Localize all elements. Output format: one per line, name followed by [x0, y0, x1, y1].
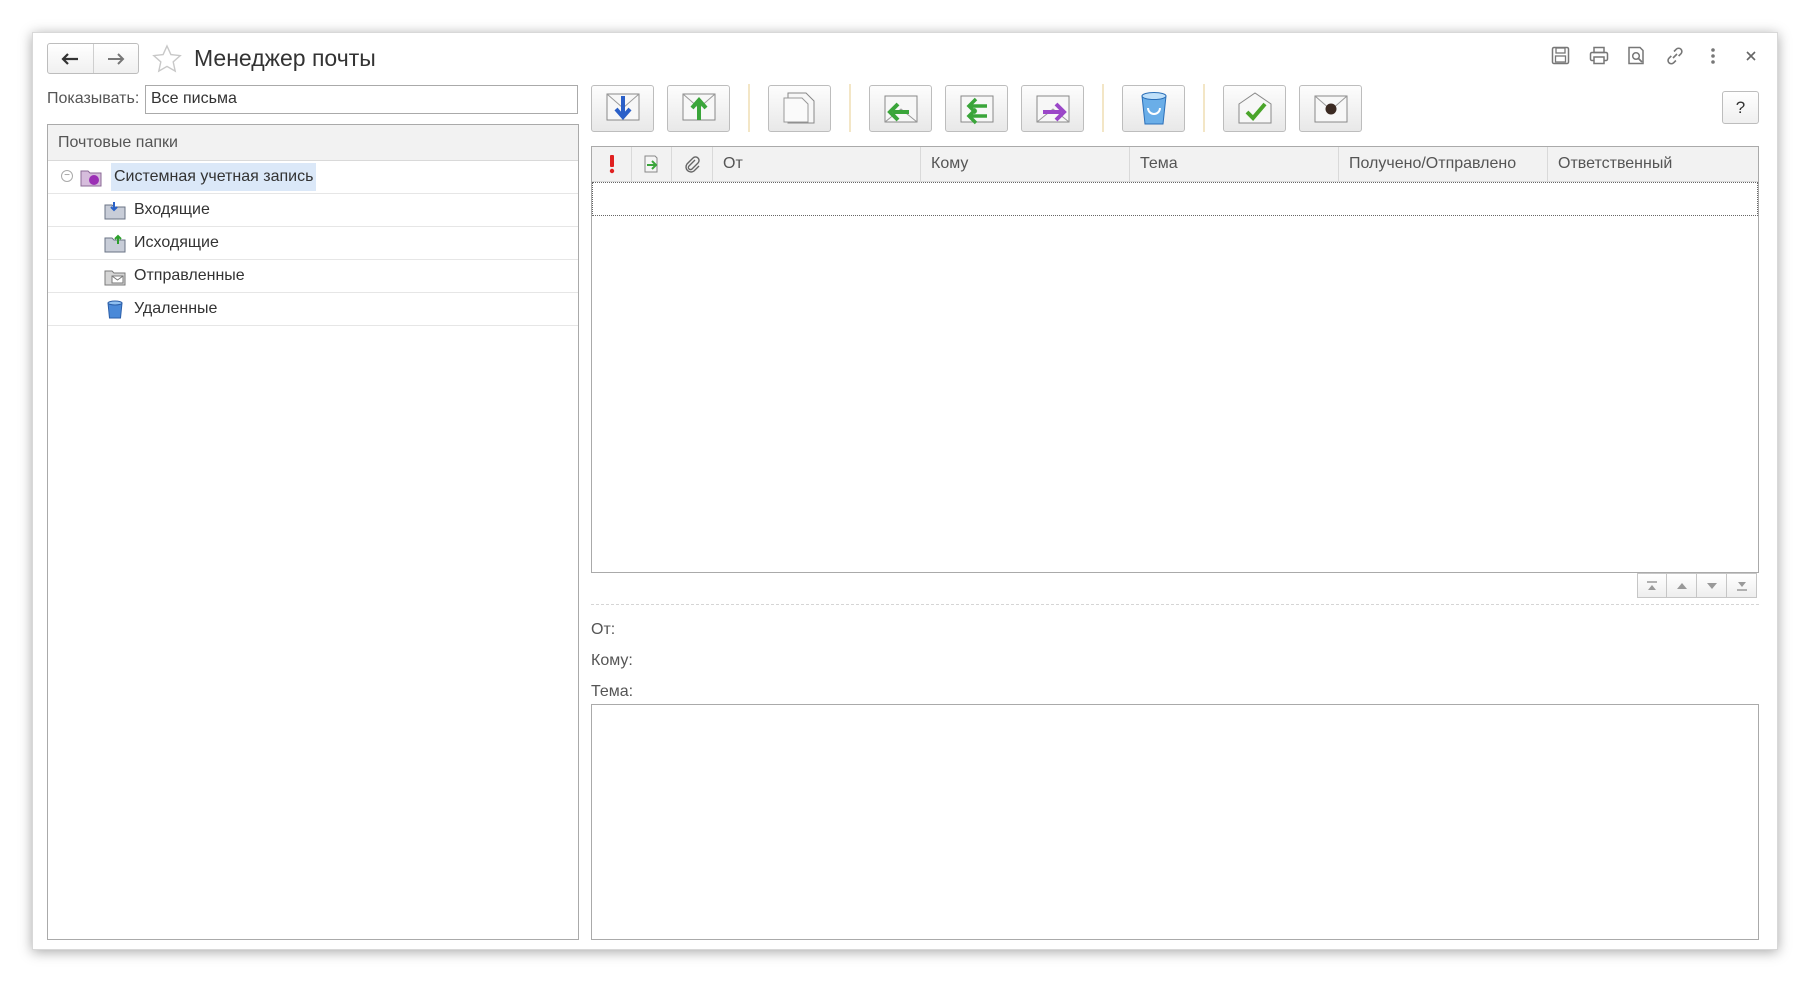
more-icon[interactable]: [1702, 45, 1723, 66]
scroll-down-button[interactable]: [1697, 573, 1727, 598]
chevron-up-icon: [1676, 582, 1687, 589]
preview-divider: [591, 604, 1759, 605]
receive-mail-icon: [606, 93, 639, 121]
table-scroll-controls: [1637, 573, 1757, 598]
forward-button[interactable]: [92, 44, 139, 73]
column-status[interactable]: [632, 147, 672, 181]
column-attachment[interactable]: [672, 147, 713, 181]
save-icon[interactable]: [1550, 45, 1571, 66]
preview-icon[interactable]: [1626, 45, 1647, 66]
importance-icon: [609, 155, 614, 174]
new-mail-button[interactable]: [768, 84, 831, 132]
reply-icon: [884, 95, 917, 123]
toolbar-separator: [849, 84, 851, 132]
sent-folder-icon: [104, 270, 126, 286]
favorite-star-icon[interactable]: [151, 43, 183, 75]
chevron-down-icon: [1706, 582, 1717, 589]
scroll-up-button[interactable]: [1667, 573, 1697, 598]
mark-read-button[interactable]: [1223, 84, 1286, 132]
mail-status-icon: [644, 155, 657, 173]
mail-toolbar: [591, 84, 1375, 132]
folder-item-inbox[interactable]: Входящие: [48, 194, 578, 227]
mark-read-icon: [1238, 92, 1271, 124]
preview-from-label: От:: [591, 621, 616, 638]
collapse-toggle-icon[interactable]: −: [61, 170, 73, 182]
toolbar-separator: [1203, 84, 1205, 132]
folder-label: Исходящие: [134, 234, 219, 251]
navigation-buttons: [47, 43, 139, 74]
reply-button[interactable]: [869, 84, 932, 132]
outbox-folder-icon: [104, 234, 126, 253]
folder-tree-header: Почтовые папки: [48, 125, 578, 161]
toolbar-separator: [748, 84, 750, 132]
table-row[interactable]: [592, 182, 1758, 216]
header-actions: [1550, 45, 1761, 66]
arrow-right-icon: [107, 52, 125, 65]
page-title: Менеджер почты: [194, 45, 376, 71]
folder-label: Системная учетная запись: [111, 163, 317, 191]
mail-list-table: От Кому Тема Получено/Отправлено Ответст…: [591, 146, 1759, 573]
toolbar-separator: [1102, 84, 1104, 132]
preview-subject-label: Тема:: [591, 683, 634, 700]
arrow-left-icon: [61, 52, 79, 65]
column-from[interactable]: От: [713, 147, 921, 181]
receive-mail-button[interactable]: [591, 84, 654, 132]
mail-manager-window: Менеджер почты Показывать: Все письма По…: [32, 32, 1778, 950]
inbox-folder-icon: [104, 202, 126, 220]
forward-mail-icon: [1036, 95, 1069, 123]
folder-root-account[interactable]: − Системная учетная запись: [48, 161, 578, 194]
mark-unread-button[interactable]: [1299, 84, 1362, 132]
account-folder-icon: [80, 170, 102, 187]
column-importance[interactable]: [592, 147, 632, 181]
preview-to-label: Кому:: [591, 652, 633, 669]
paperclip-icon: [685, 156, 700, 173]
print-icon[interactable]: [1588, 45, 1609, 66]
mark-unread-icon: [1314, 95, 1347, 123]
folder-item-deleted[interactable]: Удаленные: [48, 293, 578, 326]
link-icon[interactable]: [1664, 45, 1685, 66]
send-mail-icon: [682, 93, 715, 121]
column-responsible[interactable]: Ответственный: [1548, 147, 1758, 181]
column-date[interactable]: Получено/Отправлено: [1339, 147, 1548, 181]
folder-label: Отправленные: [134, 267, 245, 284]
send-mail-button[interactable]: [667, 84, 730, 132]
scroll-first-button[interactable]: [1637, 573, 1667, 598]
reply-all-button[interactable]: [945, 84, 1008, 132]
close-icon[interactable]: [1740, 45, 1761, 66]
column-subject[interactable]: Тема: [1130, 147, 1339, 181]
delete-mail-button[interactable]: [1122, 84, 1185, 132]
scroll-top-icon: [1647, 580, 1657, 590]
scroll-bottom-icon: [1736, 581, 1747, 591]
back-button[interactable]: [48, 44, 93, 73]
scroll-last-button[interactable]: [1727, 573, 1757, 598]
folder-tree: Почтовые папки − Системная учетная запис…: [47, 124, 579, 940]
help-button[interactable]: ?: [1722, 91, 1759, 124]
folder-item-outbox[interactable]: Исходящие: [48, 227, 578, 260]
reply-all-icon: [960, 95, 993, 125]
column-to[interactable]: Кому: [921, 147, 1130, 181]
forward-mail-button[interactable]: [1021, 84, 1084, 132]
new-mail-icon: [783, 92, 814, 124]
table-header: От Кому Тема Получено/Отправлено Ответст…: [592, 147, 1758, 182]
filter-field[interactable]: Все письма: [145, 85, 578, 114]
folder-label: Удаленные: [134, 300, 218, 317]
folder-item-sent[interactable]: Отправленные: [48, 260, 578, 293]
filter-label: Показывать:: [47, 90, 140, 107]
deleted-folder-icon: [107, 300, 123, 319]
folder-label: Входящие: [134, 201, 210, 218]
mail-body-preview[interactable]: [591, 704, 1759, 940]
trash-icon: [1140, 92, 1167, 125]
